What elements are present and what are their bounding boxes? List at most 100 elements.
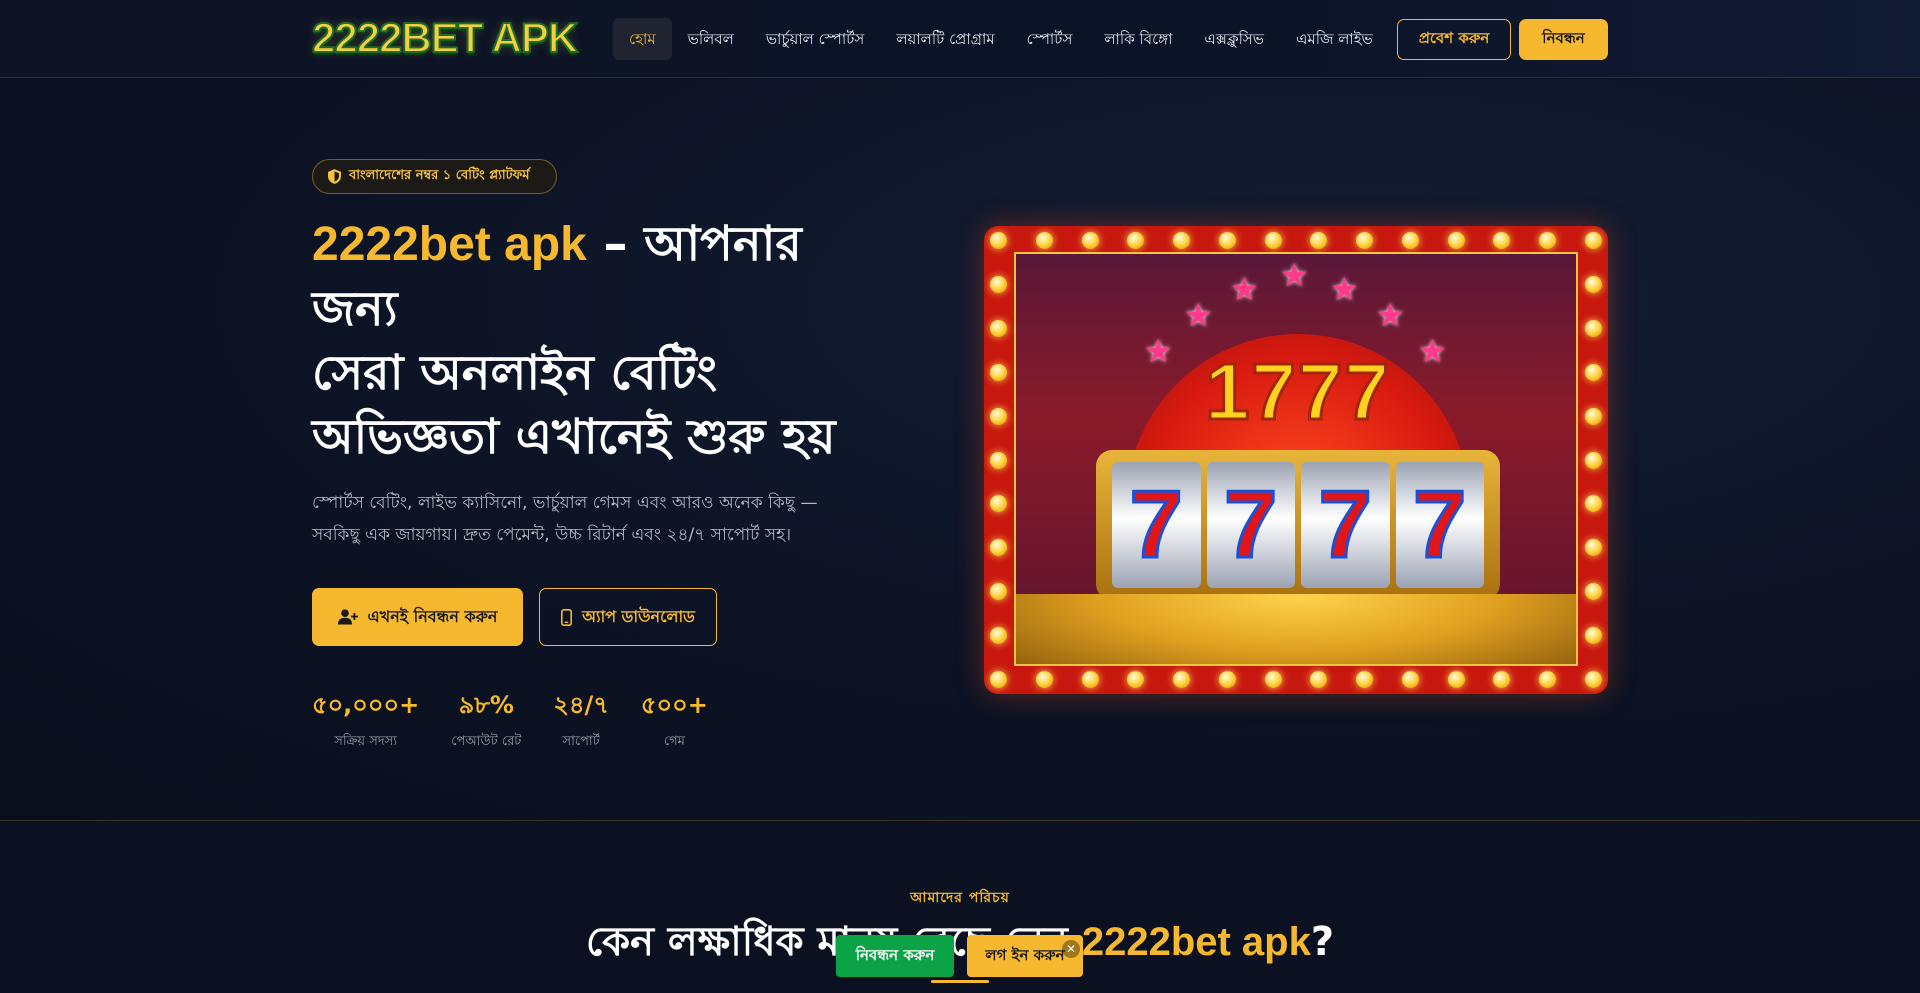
marquee-bulb [990, 407, 1007, 425]
marquee-bulb [1585, 319, 1602, 337]
marquee-bulb [1585, 232, 1602, 249]
marquee-bulb [1585, 451, 1602, 469]
marquee-bulb [1539, 232, 1557, 249]
stat-label: সক্রিয় সদস্য [334, 734, 397, 749]
stat-value: ৫০০+ [640, 691, 708, 719]
register-now-button[interactable]: এখনই নিবন্ধন করুন [312, 588, 523, 646]
register-now-label: এখনই নিবন্ধন করুন [367, 606, 498, 626]
marquee-bulb [1081, 671, 1099, 688]
nav-item-volleyball[interactable]: ভলিবল [672, 18, 750, 60]
login-button[interactable]: প্রবেশ করুন [1397, 19, 1511, 60]
main-nav: হোম ভলিবল ভার্চুয়াল স্পোর্টস লয়ালটি প্… [613, 18, 1389, 60]
gold-coins [1016, 594, 1576, 664]
reel: 7 [1395, 462, 1484, 588]
marquee-bulb [990, 363, 1007, 381]
nav-item-sports[interactable]: স্পোর্টস [1011, 18, 1089, 60]
marquee-bulb [1585, 363, 1602, 381]
hero-headline: 2222bet apk – আপনার জন্য সেরা অনলাইন বেটি… [312, 212, 872, 469]
marquee-bulb [990, 495, 1007, 513]
stat-support: ২৪/৭ সাপোর্ট [553, 690, 609, 753]
app-download-button[interactable]: অ্যাপ ডাউনলোড [539, 588, 717, 646]
reel: 7 [1112, 462, 1201, 588]
floating-action-bar: নিবন্ধন করুন লগ ইন করুন ✕ [836, 935, 1083, 977]
slot-machine-image: ★ ★ ★ ★ ★ ★ ★ 1777 7 7 7 7 [984, 226, 1608, 694]
star-icon: ★ [1330, 270, 1359, 308]
star-icon: ★ [1280, 256, 1309, 294]
marquee-bulb [1127, 232, 1145, 249]
stat-members: ৫০,০০০+ সক্রিয় সদস্য [312, 690, 419, 753]
title-underline [931, 980, 989, 983]
floating-register-button[interactable]: নিবন্ধন করুন [836, 935, 954, 977]
stat-label: সাপোর্ট [562, 734, 600, 749]
marquee-bulb [990, 671, 1007, 688]
floating-login-button[interactable]: লগ ইন করুন ✕ [967, 935, 1083, 977]
marquee-bulb [1493, 671, 1511, 688]
platform-badge: বাংলাদেশের নম্বর ১ বেটিং প্ল্যাটফর্ম [312, 159, 557, 194]
about-title-suffix: ? [1310, 919, 1335, 965]
marquee-bulb [1310, 232, 1328, 249]
floating-login-label: লগ ইন করুন [985, 945, 1065, 964]
stat-label: পেআউট রেট [451, 734, 522, 749]
headline-brand: 2222bet apk [312, 218, 587, 271]
marquee-bulb [1264, 671, 1282, 688]
marquee-bulb [990, 583, 1007, 601]
marquee-bulb [1035, 232, 1053, 249]
marquee-bulb [1310, 671, 1328, 688]
about-kicker: আমাদের পরিচয় [910, 890, 1010, 906]
stat-value: ৯৮% [458, 691, 514, 719]
nav-item-exclusive[interactable]: এক্সক্লুসিভ [1188, 18, 1280, 60]
marquee-bulb [990, 539, 1007, 557]
slot-title: 1777 [1204, 346, 1391, 438]
marquee-bulb [990, 627, 1007, 645]
stat-label: গেম [663, 734, 685, 749]
marquee-bulb [1585, 671, 1602, 688]
slot-reels: 7 7 7 7 [1112, 462, 1484, 588]
slot-machine-scene: ★ ★ ★ ★ ★ ★ ★ 1777 7 7 7 7 [1014, 252, 1578, 666]
marquee-bulb [1401, 671, 1419, 688]
marquee-bulb [1493, 232, 1511, 249]
marquee-bulb [1585, 407, 1602, 425]
close-icon[interactable]: ✕ [1062, 940, 1080, 958]
marquee-bulb [1585, 495, 1602, 513]
marquee-bulb [1585, 539, 1602, 557]
nav-item-loyalty-program[interactable]: লয়ালটি প্রোগ্রাম [880, 18, 1010, 60]
stat-value: ৫০,০০০+ [312, 691, 420, 719]
user-plus-icon [337, 609, 358, 625]
mobile-phone-icon [561, 608, 573, 626]
nav-item-virtual-sports[interactable]: ভার্চুয়াল স্পোর্টস [750, 18, 880, 60]
marquee-bulb [1218, 671, 1236, 688]
reel: 7 [1301, 462, 1390, 588]
marquee-bulb [1264, 232, 1282, 249]
marquee-bulb [1447, 232, 1465, 249]
hero-stats: ৫০,০০০+ সক্রিয় সদস্য ৯৮% পেআউট রেট ২৪/৭… [312, 690, 708, 753]
headline-line-2: সেরা অনলাইন বেটিং অভিজ্ঞতা এখানেই শুরু হ… [312, 345, 836, 465]
star-icon: ★ [1230, 270, 1259, 308]
marquee-bulb [990, 451, 1007, 469]
marquee-bulb [1035, 671, 1053, 688]
site-header: 2222BET APK হোম ভলিবল ভার্চুয়াল স্পোর্ট… [0, 0, 1920, 78]
nav-item-lucky-bingo[interactable]: লাকি বিঙ্গো [1088, 18, 1188, 60]
stat-value: ২৪/৭ [553, 691, 609, 719]
marquee-bulb [1173, 671, 1191, 688]
platform-badge-text: বাংলাদেশের নম্বর ১ বেটিং প্ল্যাটফর্ম [349, 168, 530, 183]
marquee-bulb [990, 275, 1007, 293]
marquee-bulb [1173, 232, 1191, 249]
marquee-bulb [990, 232, 1007, 249]
marquee-bulb [1127, 671, 1145, 688]
marquee-bulb [1447, 671, 1465, 688]
stat-payout: ৯৮% পেআউট রেট [451, 690, 521, 753]
marquee-bulb [1539, 671, 1557, 688]
marquee-bulb [990, 319, 1007, 337]
logo[interactable]: 2222BET APK [311, 13, 579, 62]
marquee-bulb [1081, 232, 1099, 249]
stat-games: ৫০০+ গেম [641, 690, 708, 753]
marquee-bulb [1356, 671, 1374, 688]
marquee-bulb [1585, 583, 1602, 601]
star-icon: ★ [1376, 296, 1405, 334]
register-button[interactable]: নিবন্ধন [1519, 19, 1608, 60]
nav-item-mg-live[interactable]: এমজি লাইভ [1280, 18, 1389, 60]
shield-icon [328, 169, 341, 184]
hero-section [0, 79, 1920, 821]
nav-item-home[interactable]: হোম [613, 18, 672, 60]
hero-description: স্পোর্টস বেটিং, লাইভ ক্যাসিনো, ভার্চুয়া… [312, 493, 818, 545]
